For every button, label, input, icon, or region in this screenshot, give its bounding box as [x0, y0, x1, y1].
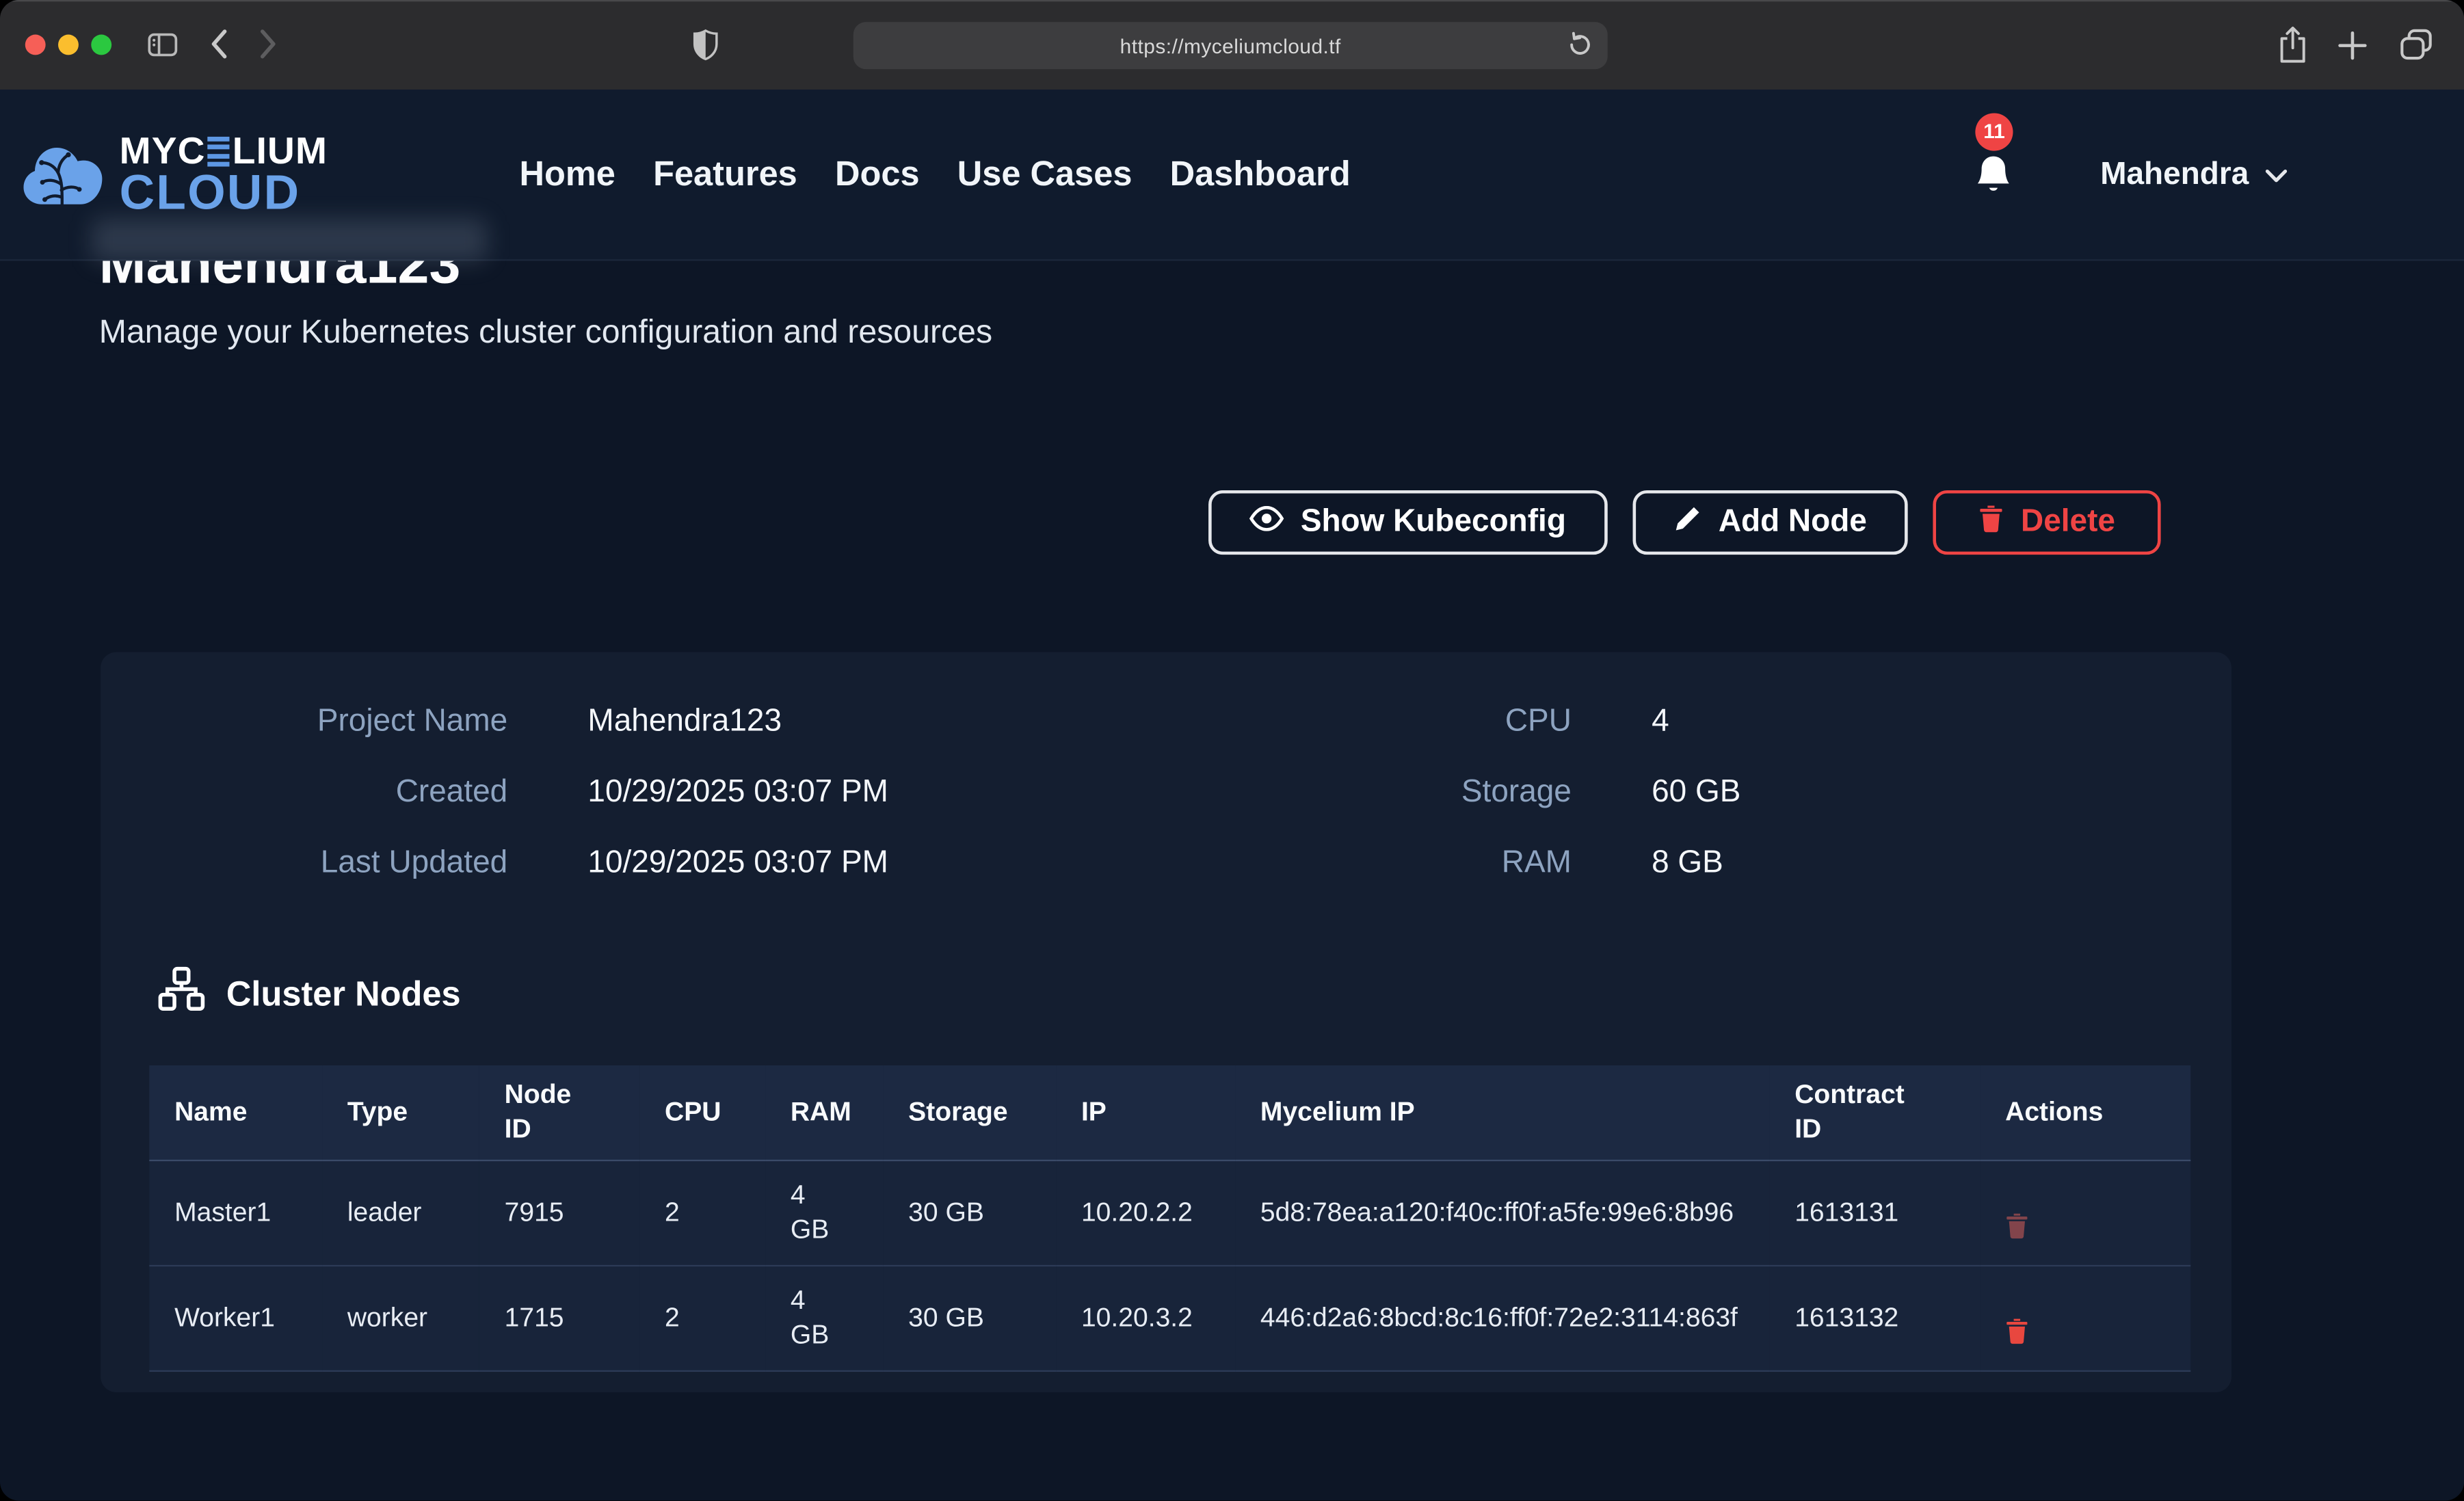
cell-name: Master1 — [149, 1160, 322, 1266]
browser-window: https://myceliumcloud.tf MYCLIUM CLOUD — [0, 0, 2464, 1500]
cluster-nodes-heading: Cluster Nodes — [157, 966, 461, 1021]
nav-link-dashboard[interactable]: Dashboard — [1170, 154, 1351, 195]
brand-line1: MYCLIUM — [120, 133, 328, 170]
cluster-info-left: Project Name Mahendra123 Created 10/29/2… — [131, 701, 888, 884]
field-label: Project Name — [131, 701, 507, 742]
col-header-node-id: Node ID — [479, 1065, 639, 1160]
col-header-storage: Storage — [883, 1065, 1056, 1160]
back-button[interactable] — [209, 28, 228, 59]
nav-link-features[interactable]: Features — [653, 154, 797, 195]
cell-type: leader — [322, 1160, 479, 1266]
cell-ip: 10.20.2.2 — [1056, 1160, 1235, 1266]
field-label: CPU — [1350, 701, 1572, 742]
user-menu[interactable]: Mahendra — [2100, 157, 2288, 193]
storage-value: 60 GB — [1652, 771, 1740, 812]
col-header-actions: Actions — [1980, 1065, 2190, 1160]
cell-ram: 4 GB — [765, 1160, 883, 1266]
stylized-e-glyph — [208, 136, 230, 167]
cell-name: Worker1 — [149, 1266, 322, 1371]
redaction-blur — [91, 218, 487, 262]
address-bar[interactable]: https://myceliumcloud.tf — [853, 22, 1608, 69]
delete-node-icon[interactable] — [2005, 1317, 2028, 1345]
brand-line2: CLOUD — [120, 170, 328, 215]
table-row: Master1 leader 7915 2 4 GB 30 GB 10.20.2… — [149, 1160, 2190, 1266]
cell-contract-id: 1613132 — [1769, 1266, 1980, 1371]
col-header-ip: IP — [1056, 1065, 1235, 1160]
table-header: Name Type Node ID CPU RAM Storage IP Myc… — [149, 1065, 2190, 1160]
col-header-cpu: CPU — [639, 1065, 765, 1160]
field-label: Created — [131, 771, 507, 812]
cluster-actions: Show Kubeconfig Add Node Delete — [1208, 490, 2160, 555]
notification-count-badge: 11 — [1975, 112, 2013, 150]
cell-storage: 30 GB — [883, 1266, 1056, 1371]
nav-link-use-cases[interactable]: Use Cases — [957, 154, 1132, 195]
cell-mycelium-ip: 446:d2a6:8bcd:8c16:ff0f:72e2:3114:863f — [1235, 1266, 1769, 1371]
page-subtitle: Manage your Kubernetes cluster configura… — [99, 315, 992, 352]
cpu-value: 4 — [1652, 701, 1740, 742]
eye-icon — [1249, 505, 1284, 541]
delete-label: Delete — [2021, 505, 2115, 541]
traffic-lights — [25, 35, 111, 55]
cell-node-id: 1715 — [479, 1266, 639, 1371]
cell-node-id: 7915 — [479, 1160, 639, 1266]
table-row: Worker1 worker 1715 2 4 GB 30 GB 10.20.3… — [149, 1266, 2190, 1371]
sidebar-toggle-icon[interactable] — [148, 33, 178, 56]
cell-storage: 30 GB — [883, 1160, 1056, 1266]
project-name-value: Mahendra123 — [587, 701, 888, 742]
cell-cpu: 2 — [639, 1266, 765, 1371]
brand-logo[interactable]: MYCLIUM CLOUD — [21, 133, 328, 215]
show-kubeconfig-label: Show Kubeconfig — [1301, 505, 1566, 541]
minimize-window-button[interactable] — [58, 35, 79, 55]
pencil-icon — [1673, 503, 1701, 541]
close-window-button[interactable] — [25, 35, 46, 55]
browser-chrome: https://myceliumcloud.tf — [0, 0, 2464, 90]
cluster-nodes-icon — [157, 966, 206, 1021]
delete-cluster-button[interactable]: Delete — [1933, 490, 2160, 555]
col-header-type: Type — [322, 1065, 479, 1160]
bell-icon — [1973, 175, 2012, 202]
tab-overview-icon[interactable] — [2400, 28, 2433, 61]
nav-link-home[interactable]: Home — [519, 154, 615, 195]
created-value: 10/29/2025 03:07 PM — [587, 771, 888, 812]
cluster-details-card: Project Name Mahendra123 Created 10/29/2… — [101, 652, 2231, 1392]
field-label: Storage — [1350, 771, 1572, 812]
nav-links: Home Features Docs Use Cases Dashboard — [519, 154, 1350, 195]
cell-cpu: 2 — [639, 1160, 765, 1266]
col-header-contract-id: Contract ID — [1769, 1065, 1980, 1160]
cell-contract-id: 1613131 — [1769, 1160, 1980, 1266]
new-tab-icon[interactable] — [2337, 30, 2368, 62]
col-header-name: Name — [149, 1065, 322, 1160]
user-name: Mahendra — [2100, 157, 2249, 193]
delete-node-icon[interactable] — [2005, 1212, 2028, 1240]
chevron-down-icon — [2264, 157, 2288, 193]
notifications-button[interactable]: 11 — [1973, 153, 2012, 196]
cell-ip: 10.20.3.2 — [1056, 1266, 1235, 1371]
cluster-nodes-title: Cluster Nodes — [226, 974, 461, 1015]
cell-ram: 4 GB — [765, 1266, 883, 1371]
nav-link-docs[interactable]: Docs — [835, 154, 920, 195]
cell-type: worker — [322, 1266, 479, 1371]
mycelium-cloud-logo-icon — [21, 134, 105, 214]
field-label: RAM — [1350, 842, 1572, 884]
show-kubeconfig-button[interactable]: Show Kubeconfig — [1208, 490, 1606, 555]
brand-wordmark: MYCLIUM CLOUD — [120, 133, 328, 215]
col-header-ram: RAM — [765, 1065, 883, 1160]
last-updated-value: 10/29/2025 03:07 PM — [587, 842, 888, 884]
trash-icon — [1978, 503, 2004, 541]
zoom-window-button[interactable] — [91, 35, 111, 55]
add-node-button[interactable]: Add Node — [1632, 490, 1907, 555]
cell-mycelium-ip: 5d8:78ea:a120:f40c:ff0f:a5fe:99e6:8b96 — [1235, 1160, 1769, 1266]
cluster-nodes-table: Name Type Node ID CPU RAM Storage IP Myc… — [149, 1065, 2190, 1372]
col-header-mycelium-ip: Mycelium IP — [1235, 1065, 1769, 1160]
url-text: https://myceliumcloud.tf — [1120, 34, 1341, 57]
ram-value: 8 GB — [1652, 842, 1740, 884]
forward-button[interactable] — [259, 28, 278, 59]
privacy-shield-icon[interactable] — [693, 28, 718, 61]
add-node-label: Add Node — [1719, 505, 1867, 541]
reload-icon[interactable] — [1567, 31, 1593, 66]
share-icon[interactable] — [2277, 25, 2309, 64]
field-label: Last Updated — [131, 842, 507, 884]
cluster-info-right: CPU 4 Storage 60 GB RAM 8 GB — [1350, 701, 1740, 884]
